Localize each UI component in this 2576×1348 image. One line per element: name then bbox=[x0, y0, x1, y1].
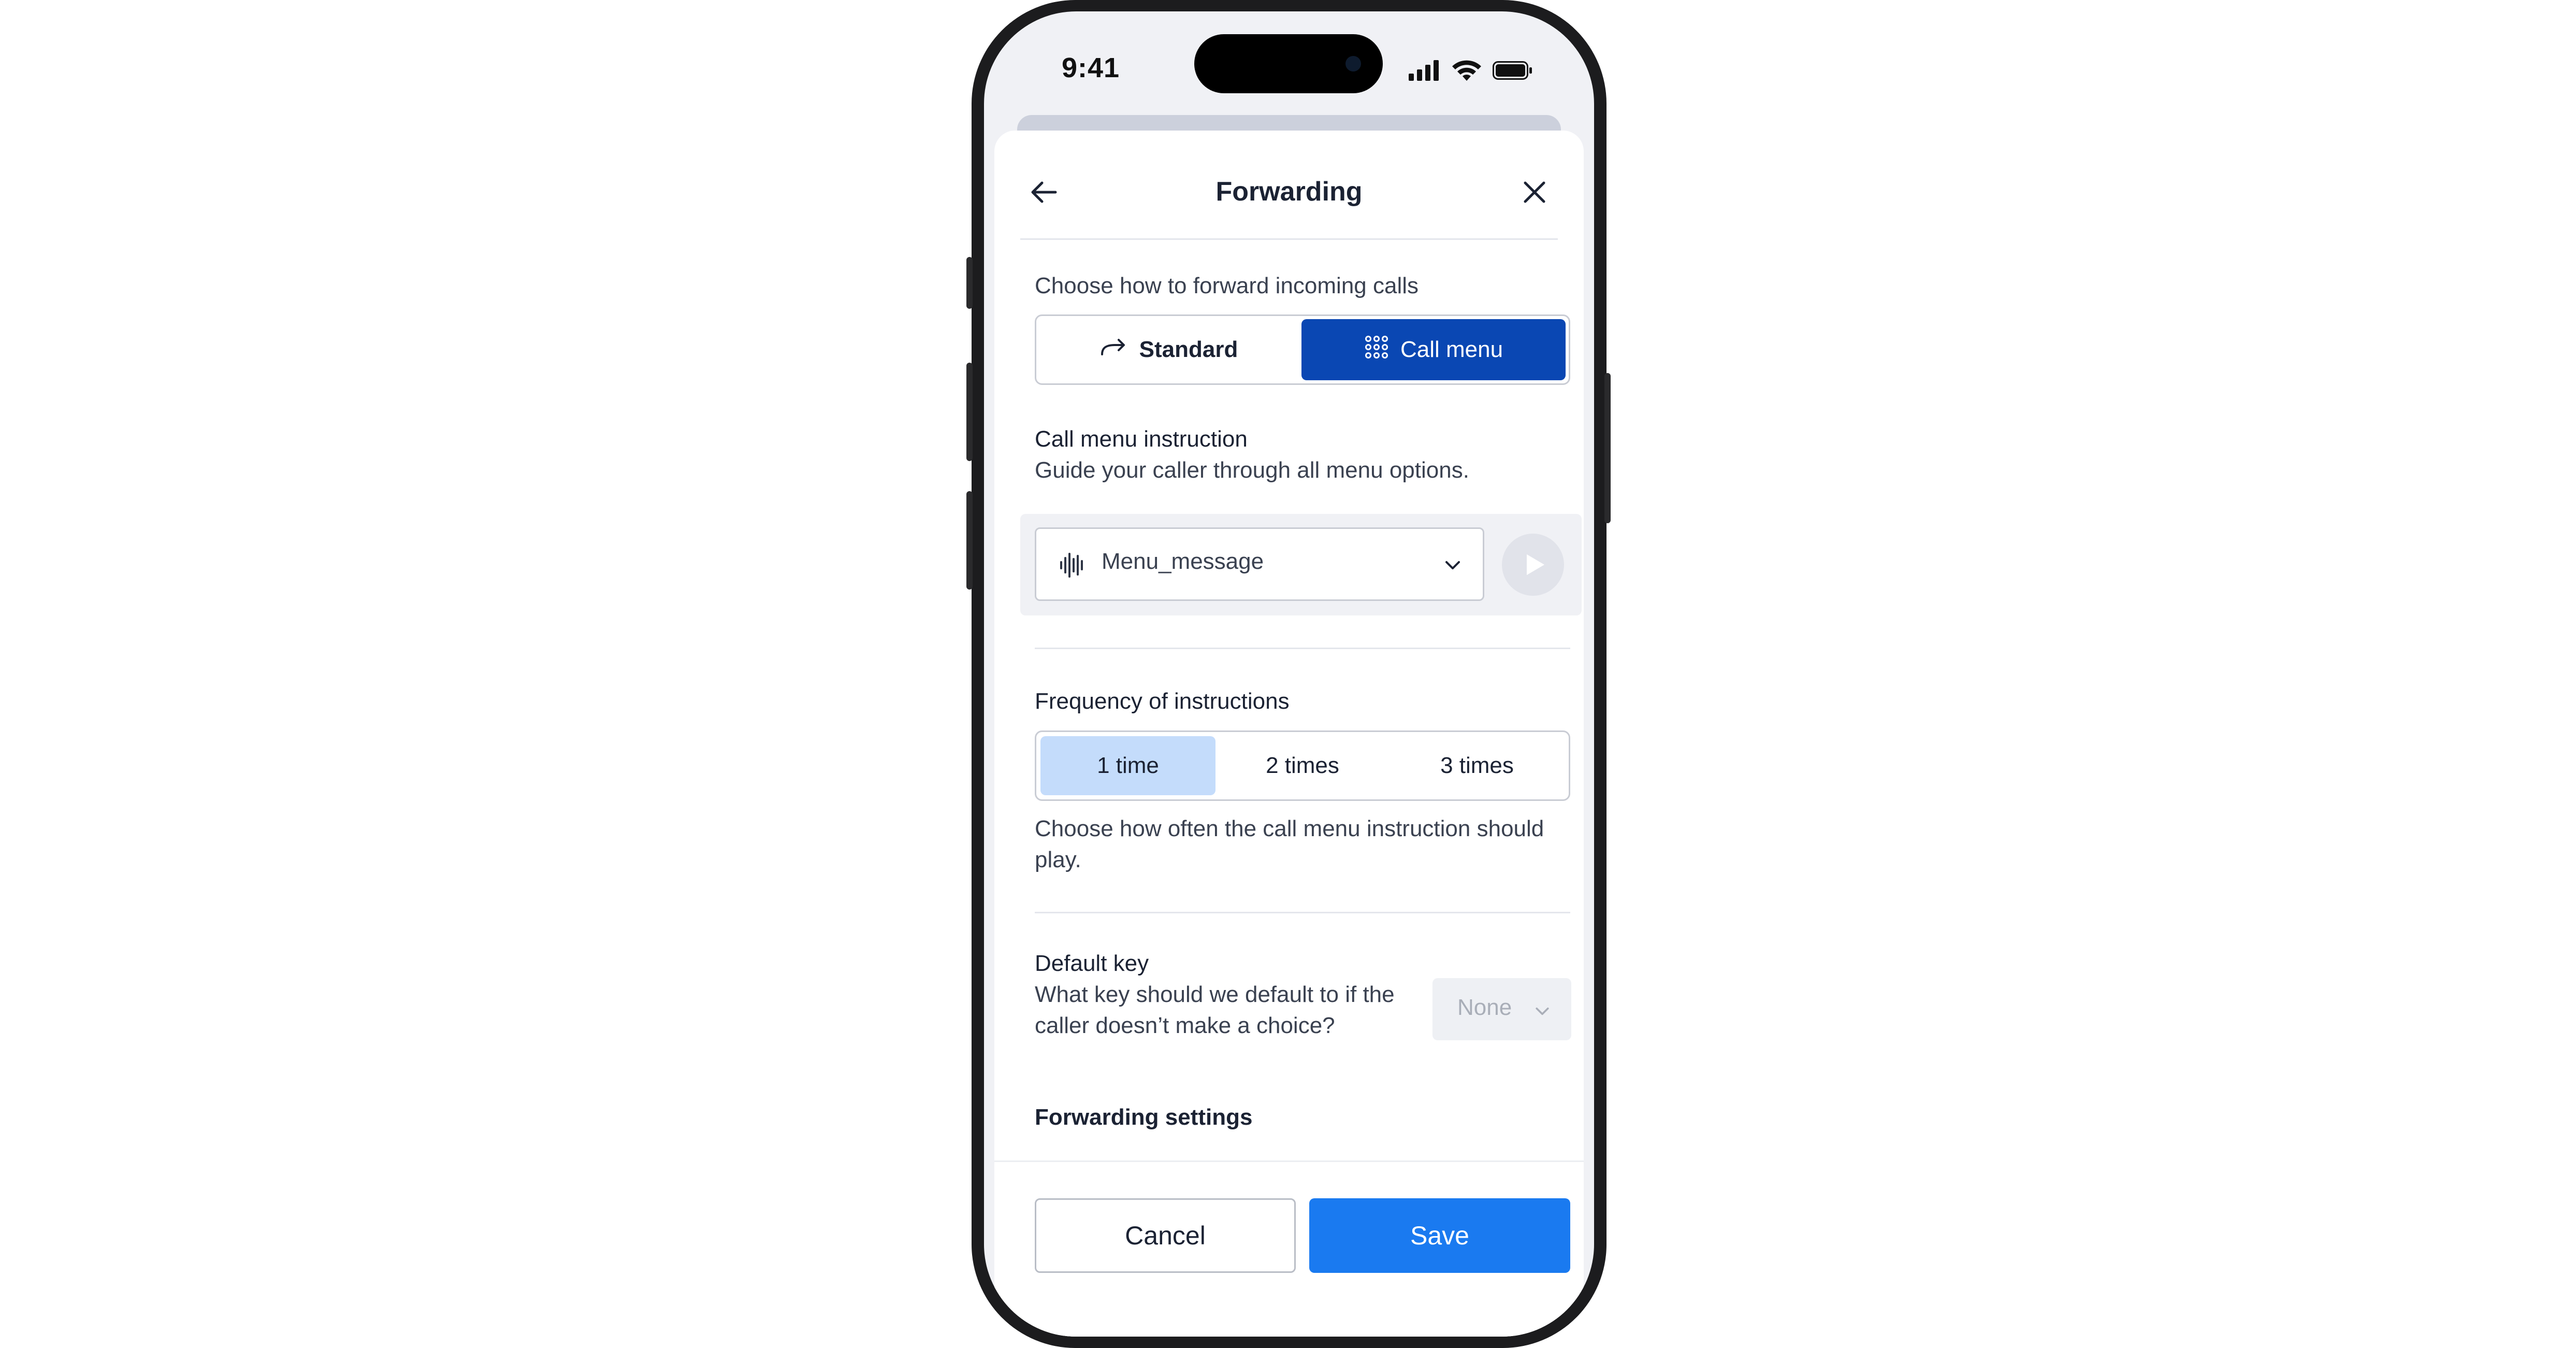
wifi-icon bbox=[1452, 60, 1481, 81]
play-button[interactable] bbox=[1502, 534, 1564, 596]
chevron-down-icon bbox=[1533, 1002, 1552, 1023]
close-icon bbox=[1524, 181, 1545, 203]
forward-mode-prompt: Choose how to forward incoming calls bbox=[1035, 273, 1419, 298]
call-menu-option[interactable]: Call menu bbox=[1301, 319, 1566, 380]
section-divider bbox=[1035, 648, 1570, 649]
cellular-signal-icon bbox=[1409, 60, 1439, 81]
section-divider bbox=[1035, 912, 1570, 913]
forwarding-settings-title: Forwarding settings bbox=[1035, 1105, 1253, 1130]
chevron-down-icon bbox=[1442, 555, 1463, 578]
battery-icon bbox=[1493, 61, 1532, 80]
frequency-option-1[interactable]: 1 time bbox=[1040, 736, 1215, 795]
page-title: Forwarding bbox=[1215, 177, 1363, 207]
frequency-help-line-1: Choose how often the call menu instructi… bbox=[1035, 816, 1544, 841]
status-icons bbox=[1409, 58, 1533, 87]
instruction-audio-value: Menu_message bbox=[1102, 549, 1264, 574]
standard-option-label: Standard bbox=[1139, 337, 1238, 362]
sheet-footer: Cancel Save bbox=[994, 1160, 1584, 1337]
phone-screen: 9:41 Forwarding Choose how to forward in… bbox=[984, 11, 1594, 1337]
phone-volume-up-button bbox=[966, 363, 973, 461]
save-button[interactable]: Save bbox=[1309, 1198, 1570, 1273]
dynamic-island bbox=[1194, 34, 1383, 93]
frequency-option-2[interactable]: 2 times bbox=[1215, 736, 1390, 795]
play-icon bbox=[1527, 554, 1544, 575]
phone-volume-down-button bbox=[966, 491, 973, 590]
audio-waveform-icon bbox=[1058, 551, 1087, 582]
forward-mode-toggle: Standard Call menu bbox=[1035, 314, 1570, 385]
cancel-button[interactable]: Cancel bbox=[1035, 1198, 1296, 1273]
frequency-help-line-2: play. bbox=[1035, 847, 1081, 872]
forwarding-sheet: Forwarding Choose how to forward incomin… bbox=[994, 131, 1584, 1337]
instruction-audio-select[interactable]: Menu_message bbox=[1035, 527, 1484, 601]
phone-action-button bbox=[966, 257, 973, 309]
frequency-option-3[interactable]: 3 times bbox=[1390, 736, 1565, 795]
status-time: 9:41 bbox=[1062, 52, 1120, 83]
close-button[interactable] bbox=[1516, 174, 1553, 210]
status-bar: 9:41 bbox=[984, 11, 1594, 125]
default-key-title: Default key bbox=[1035, 951, 1149, 976]
default-key-description-line-2: caller doesn’t make a choice? bbox=[1035, 1013, 1335, 1038]
call-menu-instruction-description: Guide your caller through all menu optio… bbox=[1035, 457, 1469, 483]
header-divider bbox=[1020, 238, 1558, 240]
standard-option[interactable]: Standard bbox=[1036, 316, 1300, 383]
forward-arrow-icon bbox=[1099, 337, 1128, 363]
call-menu-instruction-title: Call menu instruction bbox=[1035, 426, 1248, 452]
frequency-title: Frequency of instructions bbox=[1035, 689, 1290, 714]
call-menu-option-label: Call menu bbox=[1400, 337, 1503, 362]
default-key-select[interactable]: None bbox=[1432, 978, 1571, 1040]
sheet-header: Forwarding bbox=[994, 131, 1584, 240]
default-key-value: None bbox=[1457, 995, 1512, 1020]
frequency-toggle: 1 time 2 times 3 times bbox=[1035, 730, 1570, 801]
default-key-description-line-1: What key should we default to if the bbox=[1035, 982, 1395, 1007]
instruction-audio-row: Menu_message bbox=[1020, 514, 1582, 615]
dialpad-icon bbox=[1364, 335, 1389, 365]
phone-power-button bbox=[1604, 373, 1611, 523]
camera-icon bbox=[1345, 56, 1361, 71]
